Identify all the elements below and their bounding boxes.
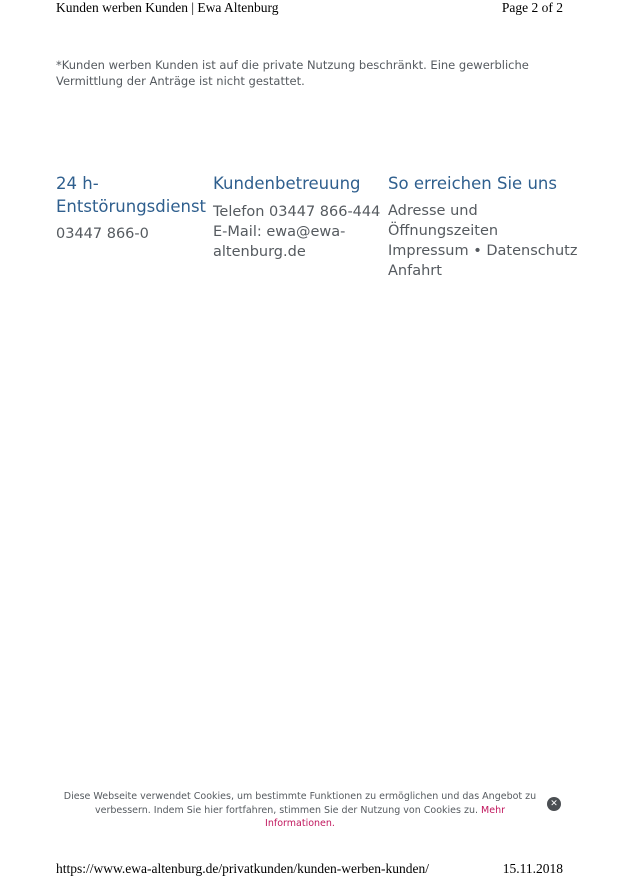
privacy-link[interactable]: Datenschutz [486,243,577,259]
service-email-link[interactable]: E-Mail: ewa@ewa-altenburg.de [213,222,383,262]
print-footer-url: https://www.ewa-altenburg.de/privatkunde… [56,861,430,876]
cookie-notice-text: Diese Webseite verwendet Cookies, um bes… [63,791,537,816]
footer-column-service: Kundenbetreuung Telefon 03447 866-444 E-… [213,172,383,262]
directions-link[interactable]: Anfahrt [388,263,442,279]
emergency-title: 24 h-Entstörungsdienst [56,174,207,216]
footer-column-emergency: 24 h-Entstörungsdienst 03447 866-0 [56,172,211,244]
print-footer: https://www.ewa-altenburg.de/privatkunde… [56,861,563,877]
print-header-page-number: Page 2 of 2 [501,0,563,15]
emergency-phone[interactable]: 03447 866-0 [56,224,211,244]
print-header-title: Kunden werben Kunden | Ewa Altenburg [56,0,279,15]
service-title: Kundenbetreuung [213,174,361,193]
close-icon[interactable]: ✕ [547,797,561,811]
cookie-notice: Diese Webseite verwendet Cookies, um bes… [60,790,540,831]
address-hours-link[interactable]: Adresse und Öffnungszeiten [388,203,498,239]
contact-title: So erreichen Sie uns [388,174,557,193]
disclaimer-text: *Kunden werben Kunden ist auf die privat… [56,58,529,88]
service-phone[interactable]: Telefon 03447 866-444 [213,202,383,222]
footer-column-contact: So erreichen Sie uns Adresse und Öffnung… [388,172,578,281]
print-header: Kunden werben Kunden | Ewa Altenburg Pag… [56,0,563,18]
impressum-link[interactable]: Impressum [388,243,469,259]
link-separator: • [473,243,482,259]
print-footer-date: 15.11.2018 [502,861,563,876]
